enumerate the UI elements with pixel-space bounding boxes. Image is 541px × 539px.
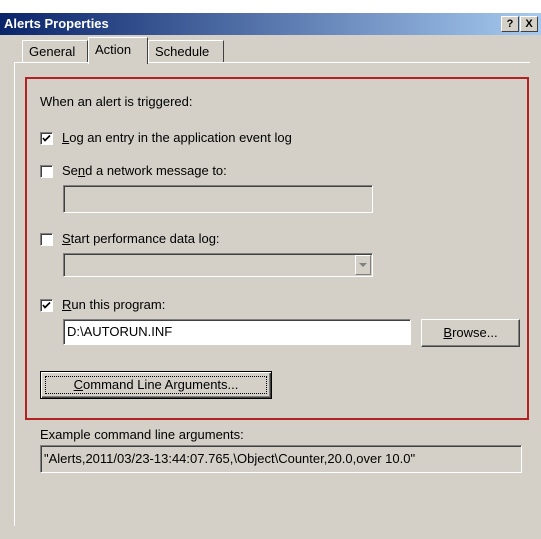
browse-button[interactable]: Browse...: [421, 319, 520, 347]
window-title: Alerts Properties: [4, 16, 109, 31]
focus-rect: [45, 376, 267, 394]
example-args-field: "Alerts,2011/03/23-13:44:07.765,\Object\…: [40, 445, 522, 473]
dialog-window: Alerts Properties ? X General Action Sch…: [0, 13, 541, 539]
send-message-checkbox[interactable]: [40, 165, 53, 178]
dropdown-button[interactable]: [355, 255, 371, 275]
tab-schedule[interactable]: Schedule: [148, 40, 224, 62]
start-log-checkbox[interactable]: [40, 233, 53, 246]
title-bar[interactable]: Alerts Properties ? X: [0, 13, 541, 35]
performance-log-dropdown[interactable]: [63, 253, 373, 277]
network-message-input[interactable]: [63, 185, 373, 213]
tab-general[interactable]: General: [22, 40, 88, 62]
trigger-heading: When an alert is triggered:: [40, 94, 193, 109]
check-icon: [42, 301, 51, 309]
run-program-label[interactable]: Run this program:: [62, 297, 165, 312]
close-button[interactable]: X: [520, 16, 538, 32]
run-program-checkbox[interactable]: [40, 299, 53, 312]
example-label: Example command line arguments:: [40, 427, 244, 442]
check-icon: [42, 134, 51, 142]
log-entry-label[interactable]: Log an entry in the application event lo…: [62, 130, 292, 145]
send-message-label[interactable]: Send a network message to:: [62, 163, 227, 178]
help-button[interactable]: ?: [501, 16, 519, 32]
program-path-input[interactable]: D:\AUTORUN.INF: [63, 319, 411, 345]
tab-action[interactable]: Action: [88, 37, 148, 64]
log-entry-checkbox[interactable]: [40, 132, 53, 145]
command-line-arguments-button[interactable]: Command Line Arguments...: [40, 371, 272, 399]
start-log-label[interactable]: Start performance data log:: [62, 231, 220, 246]
chevron-down-icon: [359, 263, 367, 267]
highlight-box: [25, 77, 529, 420]
